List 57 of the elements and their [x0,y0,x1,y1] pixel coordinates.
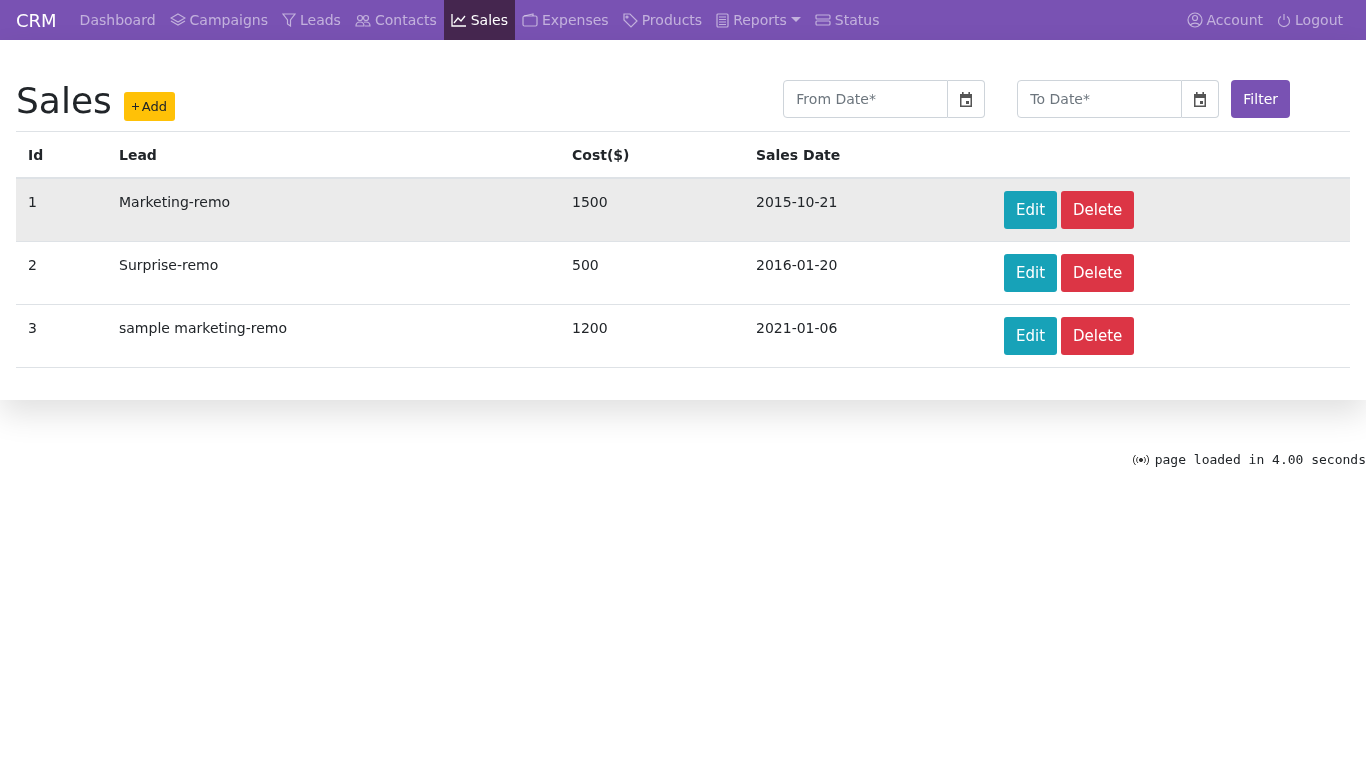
table-cell-text: Marketing-remo [119,194,232,210]
nav-link[interactable]: Logout [1270,0,1350,40]
column-header: Cost($) [572,147,631,163]
delete-button[interactable]: Delete [1061,191,1135,229]
nav-link[interactable]: Dashboard [72,0,163,40]
table-cell-text: Surprise-remo [119,257,220,273]
nav-link[interactable]: Account [1179,0,1271,40]
calendar-icon [1192,90,1209,108]
wallet-icon [521,13,538,27]
brand-logo[interactable]: CRM [16,0,57,40]
tag-icon [622,12,638,28]
table-cell-text: 1500 [572,194,609,210]
list-icon [716,12,730,28]
funnel-icon [282,13,296,27]
filter-button[interactable]: Filter [1231,80,1290,118]
nav-link[interactable]: Contacts [347,0,444,40]
nav-link[interactable]: Reports [709,0,808,40]
power-icon [1277,12,1292,28]
plus-icon [131,103,139,110]
nav-link[interactable]: Leads [275,0,348,40]
add-button[interactable]: Add [123,92,175,121]
date-field[interactable]: From Date* [783,80,949,118]
column-header: Sales Date [756,147,842,163]
date-field[interactable]: To Date* [1017,80,1183,118]
chart-icon [450,13,467,27]
nav-link[interactable]: Products [615,0,710,40]
delete-button[interactable]: Delete [1061,317,1135,355]
people-icon [354,13,371,27]
layers-icon [169,13,186,27]
table-cell-text: 2021-01-06 [756,320,839,336]
server-icon [814,14,831,26]
table-cell-text: 2 [28,257,38,273]
delete-button[interactable]: Delete [1061,254,1135,292]
table-cell-text: 500 [572,257,600,273]
table-cell-text: 3 [28,320,38,336]
edit-button[interactable]: Edit [1004,191,1058,229]
table-cell-text: 1 [28,194,38,210]
calendar-icon [958,90,975,108]
table-cell-text: 2015-10-21 [756,194,839,210]
edit-button[interactable]: Edit [1004,317,1058,355]
calendar-button[interactable] [1182,80,1220,118]
caret-icon [790,17,801,23]
page-title: Sales [16,80,112,121]
table-cell-text: 2016-01-20 [756,257,839,273]
nav-link[interactable]: Status [807,0,887,40]
column-header: Id [28,147,45,163]
nav-link[interactable]: Sales [443,0,515,40]
table-cell-text: sample marketing-remo [119,320,288,336]
load-time-text: page loaded in 4.00 seconds [1154,452,1366,467]
nav-link[interactable]: Campaigns [162,0,275,40]
user-icon [1186,12,1203,28]
nav-link[interactable]: Expenses [514,0,616,40]
column-header: Lead [119,147,158,163]
broadcast-icon [1132,453,1149,466]
table-cell-text: 1200 [572,320,609,336]
edit-button[interactable]: Edit [1004,254,1058,292]
calendar-button[interactable] [948,80,986,118]
